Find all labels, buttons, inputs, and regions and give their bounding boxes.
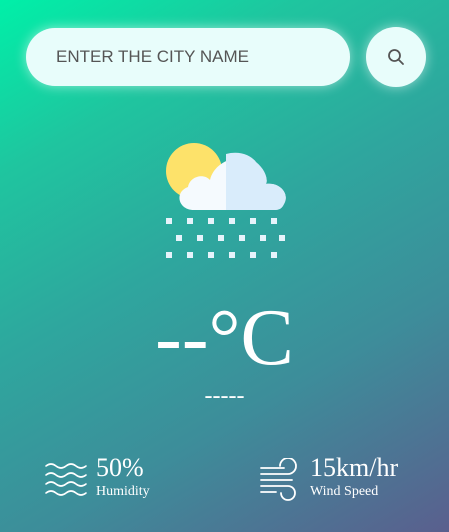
wind-detail: 15km/hr Wind Speed: [258, 454, 398, 502]
humidity-value: 50%: [96, 453, 144, 482]
snow-cloud-sun-icon: [166, 143, 286, 258]
search-input[interactable]: [26, 28, 350, 86]
search-icon: [388, 49, 404, 65]
humidity-waves-icon: [45, 463, 87, 496]
search-button[interactable]: [366, 27, 426, 87]
city-name: -----: [204, 383, 245, 409]
temperature: --°C: [155, 294, 294, 382]
wind-label: Wind Speed: [310, 484, 379, 499]
wind-icon: [260, 458, 297, 501]
humidity-label: Humidity: [96, 484, 150, 499]
wind-value: 15km/hr: [310, 453, 399, 482]
humidity-detail: 50% Humidity: [44, 454, 150, 502]
